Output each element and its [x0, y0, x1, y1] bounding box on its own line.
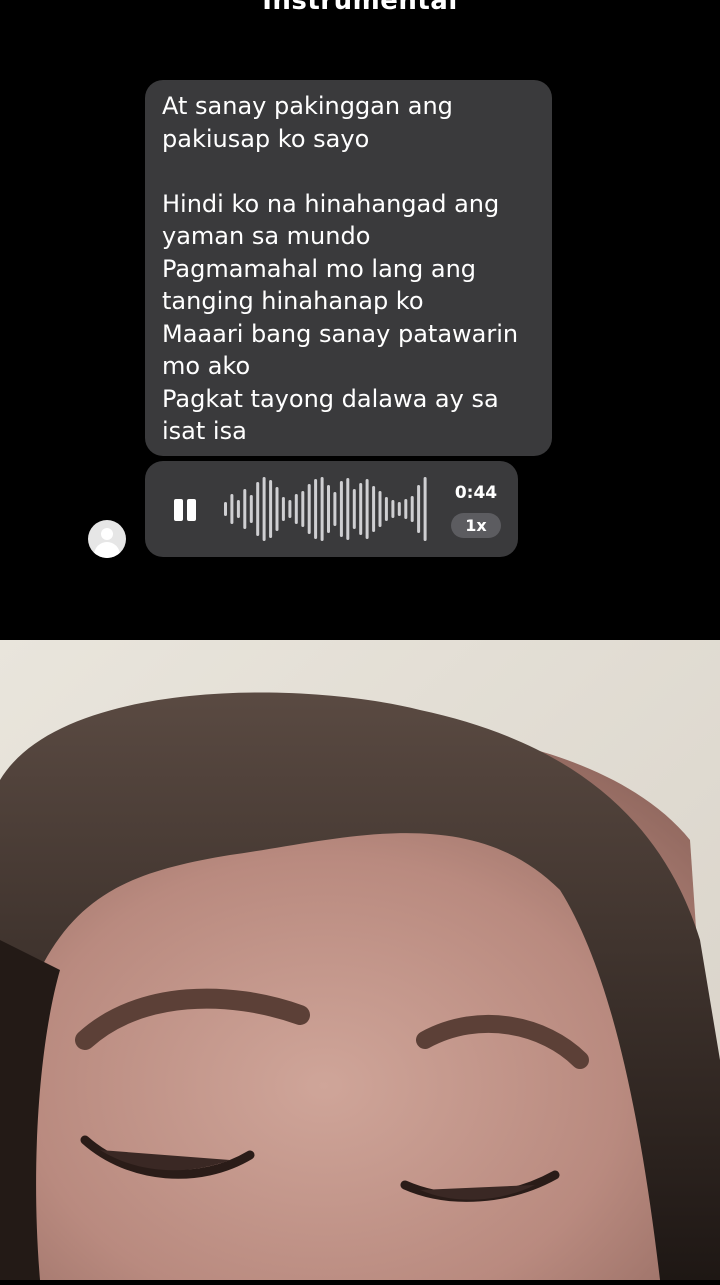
message-line: Maaari bang sanay patawarin: [162, 319, 519, 348]
waveform-bar: [256, 482, 260, 536]
waveform-bar: [294, 494, 298, 524]
voice-duration: 0:44: [454, 483, 498, 503]
waveform-bar: [404, 499, 408, 519]
waveform-bar: [230, 494, 234, 524]
message-line: tanging hinahanap ko: [162, 287, 424, 315]
waveform-bar: [243, 489, 247, 529]
message-line: mo ako: [162, 352, 251, 380]
waveform-bar: [333, 492, 337, 526]
waveform-bar: [301, 491, 305, 527]
waveform-bar: [397, 502, 401, 516]
message-line: Hindi ko na hinahangad ang: [162, 189, 500, 218]
waveform-bar: [378, 491, 382, 527]
message-line: Pagmamahal mo lang ang: [162, 254, 477, 283]
audio-waveform[interactable]: [223, 475, 429, 543]
voice-message-bubble[interactable]: 0:44 1x: [145, 461, 518, 557]
message-line: isat isa: [162, 417, 247, 445]
message-line: Pagkat tayong dalawa ay sa: [162, 384, 499, 413]
camera-face-illustration: [0, 640, 720, 1280]
waveform-bar: [281, 497, 285, 521]
waveform-bar: [410, 496, 414, 522]
message-line: pakiusap ko sayo: [162, 124, 370, 153]
pause-icon[interactable]: [173, 497, 199, 523]
waveform-bar: [320, 477, 324, 541]
chat-screenshot-panel: Instrumental At sanay pakinggan ang paki…: [0, 0, 720, 640]
message-bubble[interactable]: At sanay pakinggan ang pakiusap ko sayo …: [145, 80, 552, 456]
waveform-bar: [423, 477, 427, 541]
front-camera-feed: [0, 640, 720, 1280]
waveform-bar: [352, 489, 356, 529]
message-line: yaman sa mundo: [162, 222, 371, 250]
waveform-bar: [269, 480, 273, 538]
default-user-avatar-icon[interactable]: [88, 520, 126, 558]
waveform-bar: [314, 479, 318, 539]
waveform-bar: [275, 487, 279, 531]
waveform-bar: [327, 485, 330, 533]
playback-speed-button[interactable]: 1x: [451, 513, 501, 538]
waveform-bar: [372, 486, 376, 532]
waveform-bar: [391, 500, 395, 518]
waveform-bar: [417, 485, 421, 533]
waveform-bar: [307, 484, 311, 534]
message-line: At sanay pakinggan ang: [162, 92, 453, 120]
header-title: Instrumental: [262, 0, 458, 16]
waveform-bar: [236, 500, 240, 518]
waveform-bar: [224, 502, 227, 516]
waveform-bar: [359, 483, 363, 535]
waveform-bar: [384, 497, 388, 521]
waveform-bar: [249, 495, 253, 523]
waveform-bar: [288, 500, 292, 518]
waveform-bar: [339, 481, 343, 537]
waveform-bar: [346, 478, 350, 540]
waveform-bar: [262, 477, 266, 541]
waveform-bar: [365, 479, 369, 539]
